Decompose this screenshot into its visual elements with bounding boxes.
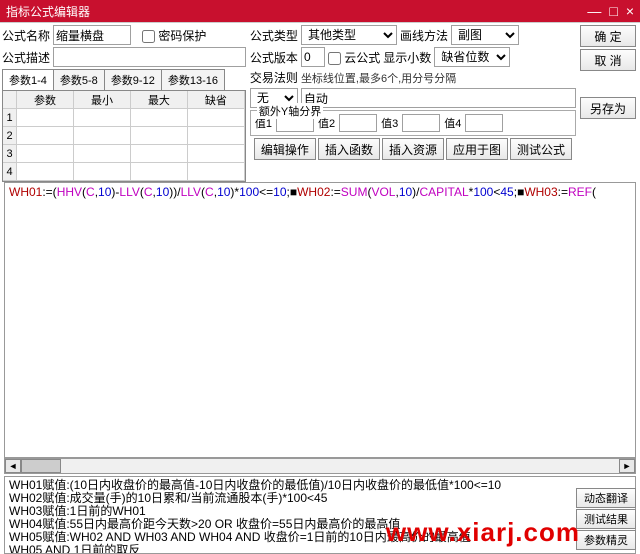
- hscrollbar[interactable]: ◄ ►: [4, 458, 636, 474]
- test-button[interactable]: 测试公式: [510, 138, 572, 160]
- paramhd-def: 缺省: [188, 91, 245, 109]
- cloud-checkbox-wrap[interactable]: 云公式: [328, 49, 380, 66]
- param-cell[interactable]: [18, 145, 72, 162]
- extra-y-group: 额外Y轴分界 值1 值2 值3 值4: [250, 110, 576, 136]
- param-cell[interactable]: [75, 145, 129, 162]
- scroll-thumb[interactable]: [21, 459, 61, 473]
- drawmethod-select[interactable]: 副图: [451, 25, 519, 45]
- minimize-icon[interactable]: —: [587, 3, 601, 19]
- param-cell[interactable]: [189, 127, 243, 144]
- tab-params-13-16[interactable]: 参数13-16: [161, 69, 225, 90]
- cancel-button[interactable]: 取 消: [580, 49, 636, 71]
- type-label: 公式类型: [250, 27, 298, 44]
- param-cell[interactable]: [18, 109, 72, 126]
- testres-button[interactable]: 测试结果: [576, 509, 636, 529]
- val4-input[interactable]: [465, 114, 503, 132]
- param-cell[interactable]: [18, 127, 72, 144]
- param-cell[interactable]: [132, 109, 186, 126]
- decimals-select[interactable]: 缺省位数: [434, 47, 510, 67]
- edit-button[interactable]: 编辑操作: [254, 138, 316, 160]
- rule-label: 交易法则: [250, 69, 298, 86]
- extra-y-title: 额外Y轴分界: [257, 103, 323, 119]
- close-icon[interactable]: ×: [626, 3, 634, 19]
- desc-label: 公式描述: [2, 49, 50, 66]
- paramhd-min: 最小: [74, 91, 131, 109]
- titlebar: 指标公式编辑器 — □ ×: [0, 0, 640, 22]
- scroll-right-icon[interactable]: ►: [619, 459, 635, 473]
- name-label: 公式名称: [2, 27, 50, 44]
- param-cell[interactable]: [75, 163, 129, 180]
- maximize-icon[interactable]: □: [609, 3, 617, 19]
- saveas-button[interactable]: 另存为: [580, 97, 636, 119]
- param-cell[interactable]: [75, 127, 129, 144]
- tab-params-5-8[interactable]: 参数5-8: [53, 69, 105, 90]
- param-cell[interactable]: [132, 145, 186, 162]
- version-input[interactable]: [301, 47, 325, 67]
- val2-input[interactable]: [339, 114, 377, 132]
- param-cell[interactable]: [132, 127, 186, 144]
- pwd-checkbox[interactable]: [142, 30, 155, 43]
- tab-params-9-12[interactable]: 参数9-12: [104, 69, 162, 90]
- desc-input[interactable]: [53, 47, 246, 67]
- version-label: 公式版本: [250, 49, 298, 66]
- pwd-checkbox-wrap[interactable]: 密码保护: [142, 27, 206, 44]
- cloud-checkbox[interactable]: [328, 52, 341, 65]
- drawmethod-label: 画线方法: [400, 27, 448, 44]
- param-cell[interactable]: [18, 163, 72, 180]
- decimals-label: 显示小数: [383, 49, 431, 66]
- paramhd-max: 最大: [131, 91, 188, 109]
- val3-input[interactable]: [402, 114, 440, 132]
- rule-input[interactable]: [301, 88, 576, 108]
- output-panel: WH01赋值:(10日内收盘价的最高值-10日内收盘价的最低值)/10日内收盘价…: [4, 476, 636, 554]
- tab-params-1-4[interactable]: 参数1-4: [2, 69, 54, 90]
- param-cell[interactable]: [189, 145, 243, 162]
- paramhd-name: 参数: [17, 91, 74, 109]
- name-input[interactable]: [53, 25, 131, 45]
- ok-button[interactable]: 确 定: [580, 25, 636, 47]
- param-grid: 参数 最小 最大 缺省 1 2 3 4: [2, 90, 246, 182]
- dyntrans-button[interactable]: 动态翻译: [576, 488, 636, 508]
- window-title: 指标公式编辑器: [6, 3, 90, 20]
- code-editor[interactable]: WH01:=(HHV(C,10)-LLV(C,10))/LLV(C,10)*10…: [4, 182, 636, 458]
- param-cell[interactable]: [189, 109, 243, 126]
- insert-res-button[interactable]: 插入资源: [382, 138, 444, 160]
- param-tabs: 参数1-4 参数5-8 参数9-12 参数13-16: [2, 69, 246, 90]
- type-select[interactable]: 其他类型: [301, 25, 397, 45]
- wizard-button[interactable]: 参数精灵: [576, 530, 636, 550]
- param-cell[interactable]: [132, 163, 186, 180]
- rule-hint: 坐标线位置,最多6个,用分号分隔: [301, 70, 456, 86]
- apply-button[interactable]: 应用于图: [446, 138, 508, 160]
- insert-func-button[interactable]: 插入函数: [318, 138, 380, 160]
- param-cell[interactable]: [75, 109, 129, 126]
- scroll-left-icon[interactable]: ◄: [5, 459, 21, 473]
- param-cell[interactable]: [189, 163, 243, 180]
